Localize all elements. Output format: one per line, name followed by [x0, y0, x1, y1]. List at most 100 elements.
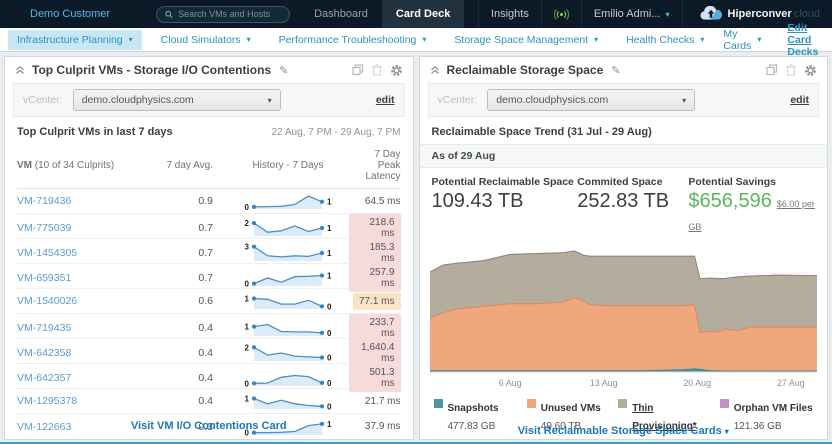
collapse-icon[interactable] — [15, 65, 25, 75]
brand-suffix: cloud — [794, 8, 820, 20]
avg-value: 0.4 — [163, 347, 227, 359]
avg-value: 0.4 — [163, 322, 227, 334]
chevron-down-icon: ▾ — [700, 35, 704, 44]
edit-card-decks-link[interactable]: Edit Card Decks — [787, 22, 818, 58]
peak-latency: 64.5 ms — [349, 196, 401, 207]
history-sparkline: 0 1 — [227, 189, 349, 213]
avg-value: 0.9 — [163, 195, 227, 207]
section-title: Top Culprit VMs in last 7 days — [17, 126, 173, 138]
settings-gear-icon[interactable] — [804, 64, 817, 77]
insights-link[interactable]: Insights — [478, 0, 541, 28]
user-menu[interactable]: Emilio Admi... ▾ — [581, 0, 682, 28]
edit-link[interactable]: edit — [790, 94, 809, 106]
delete-card-icon[interactable] — [786, 64, 796, 76]
svg-text:1: 1 — [327, 249, 332, 258]
search-icon — [165, 10, 173, 19]
latency-badge: 218.6 ms — [349, 214, 401, 242]
settings-gear-icon[interactable] — [390, 64, 403, 77]
latency-badge: 77.1 ms — [353, 293, 401, 310]
duplicate-card-icon[interactable] — [352, 64, 364, 76]
vm-link[interactable]: VM-719435 — [17, 322, 163, 334]
cloud-logo-icon — [699, 6, 723, 22]
edit-title-icon[interactable]: ✎ — [279, 64, 288, 77]
svg-text:0: 0 — [245, 280, 250, 289]
table-row: VM-719436 0.9 0 1 64.5 ms — [17, 189, 401, 214]
vm-link[interactable]: VM-659351 — [17, 272, 163, 284]
peak-latency: 77.1 ms — [349, 293, 401, 310]
visit-vm-io-contentions-link[interactable]: Visit VM I/O Contentions Card — [131, 420, 287, 432]
latency-badge: 501.3 ms — [349, 364, 401, 392]
table-row: VM-659351 0.7 0 1 257.9 ms — [17, 264, 401, 289]
svg-text:0: 0 — [327, 302, 332, 311]
svg-text:2: 2 — [245, 219, 250, 228]
edit-link[interactable]: edit — [376, 94, 395, 106]
collapse-icon[interactable] — [430, 65, 440, 75]
table-row: VM-1540026 0.6 1 0 77.1 ms — [17, 289, 401, 314]
avg-value: 0.4 — [163, 372, 227, 384]
edit-title-icon[interactable]: ✎ — [611, 64, 620, 77]
table-row: VM-642358 0.4 2 0 1,640.4 ms — [17, 339, 401, 364]
vcenter-row: vCenter: demo.cloudphysics.com ▾ edit — [13, 83, 405, 117]
vm-link[interactable]: VM-1540026 — [17, 295, 163, 307]
nav-item-storage-space-management[interactable]: Storage Space Management▾ — [445, 30, 607, 50]
nav-item-performance-troubleshooting[interactable]: Performance Troubleshooting▾ — [270, 30, 436, 50]
vcenter-select[interactable]: demo.cloudphysics.com ▾ — [487, 89, 695, 111]
my-cards-menu[interactable]: My Cards ▾ — [723, 28, 761, 52]
customer-link[interactable]: Demo Customer — [30, 8, 110, 20]
vm-link[interactable]: VM-1295378 — [17, 395, 163, 407]
search-input[interactable] — [178, 9, 281, 19]
peak-latency: 1,640.4 ms — [349, 339, 401, 367]
svg-text:27 Aug: 27 Aug — [776, 378, 804, 388]
nav-item-cloud-simulators[interactable]: Cloud Simulators▾ — [152, 30, 260, 50]
brand-name: Hiperconver — [728, 8, 792, 20]
section-title: Reclaimable Space Trend (31 Jul - 29 Aug… — [432, 126, 652, 138]
svg-text:1: 1 — [245, 294, 250, 303]
vm-link[interactable]: VM-719436 — [17, 195, 163, 207]
table-row: VM-719435 0.4 1 0 233.7 ms — [17, 314, 401, 339]
svg-text:6 Aug: 6 Aug — [498, 378, 521, 388]
legend-swatch — [434, 399, 443, 408]
tab-card-deck[interactable]: Card Deck — [382, 0, 464, 28]
history-sparkline: 0 1 — [227, 266, 349, 290]
vcenter-label: vCenter: — [23, 94, 63, 106]
vm-link[interactable]: VM-642357 — [17, 372, 163, 384]
nav-item-health-checks[interactable]: Health Checks▾ — [617, 30, 713, 50]
svg-text:1: 1 — [327, 271, 332, 280]
latency-badge: 1,640.4 ms — [349, 339, 401, 367]
latency-badge: 257.9 ms — [349, 264, 401, 292]
svg-text:0: 0 — [245, 379, 250, 388]
history-sparkline: 1 0 — [227, 289, 349, 313]
vcenter-row: vCenter: demo.cloudphysics.com ▾ edit — [428, 83, 820, 117]
nav-items: Infrastructure Planning▾ Cloud Simulators… — [8, 30, 723, 50]
table-header: VM (10 of 34 Culprits) 7 day Avg. Histor… — [17, 142, 401, 189]
tab-dashboard[interactable]: Dashboard — [300, 0, 382, 28]
vm-link[interactable]: VM-642358 — [17, 347, 163, 359]
vm-link[interactable]: VM-775039 — [17, 222, 163, 234]
svg-text:1: 1 — [245, 394, 250, 403]
chevron-down-icon: ▾ — [247, 35, 251, 44]
peak-latency: 233.7 ms — [349, 314, 401, 342]
latency-badge: 233.7 ms — [349, 314, 401, 342]
vm-link[interactable]: VM-1454305 — [17, 247, 163, 259]
vcenter-select[interactable]: demo.cloudphysics.com ▾ — [73, 89, 281, 111]
chevron-down-icon: ▾ — [594, 35, 598, 44]
broadcast-icon[interactable] — [541, 0, 581, 28]
legend-swatch — [527, 399, 536, 408]
delete-card-icon[interactable] — [372, 64, 382, 76]
visit-reclaimable-storage-link[interactable]: Visit Reclaimable Storage Space Cards ▾ — [518, 425, 729, 437]
history-sparkline: 1 0 — [227, 389, 349, 413]
vcenter-label: vCenter: — [438, 94, 478, 106]
stat-committed: Commited Space 252.83 TB — [577, 176, 688, 236]
peak-latency: 21.7 ms — [349, 396, 401, 407]
avg-value: 0.4 — [163, 395, 227, 407]
legend-swatch — [618, 399, 627, 408]
peak-latency: 257.9 ms — [349, 264, 401, 292]
avg-value: 0.7 — [163, 222, 227, 234]
stat-savings: Potential Savings $656,596$6.00 per GB — [688, 176, 815, 236]
duplicate-card-icon[interactable] — [766, 64, 778, 76]
card-top-culprit-vms: Top Culprit VMs - Storage I/O Contention… — [4, 56, 414, 440]
nav-item-infrastructure-planning[interactable]: Infrastructure Planning▾ — [8, 30, 142, 50]
card-reclaimable-storage: Reclaimable Storage Space ✎ vCenter: dem… — [419, 56, 829, 440]
vm-table-body: VM-719436 0.9 0 1 64.5 ms VM-775039 0.7 … — [5, 189, 413, 439]
search-box[interactable] — [156, 6, 290, 23]
